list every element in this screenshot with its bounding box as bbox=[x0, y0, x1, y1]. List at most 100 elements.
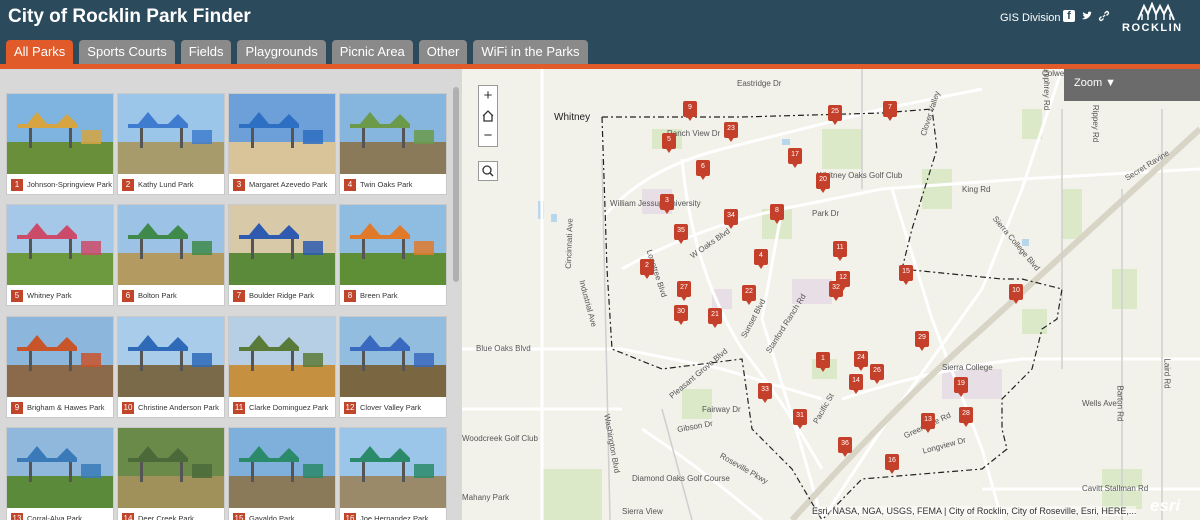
park-card[interactable]: 4 Twin Oaks Park bbox=[339, 93, 447, 195]
park-name[interactable]: Joe Hernandez Park bbox=[360, 513, 428, 520]
map-pin[interactable]: 31 bbox=[793, 409, 807, 429]
park-card[interactable]: 13 Corral-Alva Park bbox=[6, 427, 114, 520]
park-photo[interactable] bbox=[229, 428, 335, 508]
park-photo[interactable] bbox=[340, 94, 446, 174]
map-pin[interactable]: 9 bbox=[683, 101, 697, 121]
park-photo[interactable] bbox=[340, 317, 446, 397]
park-card[interactable]: 12 Clover Valley Park bbox=[339, 316, 447, 418]
park-photo[interactable] bbox=[118, 205, 224, 285]
facebook-icon[interactable]: f bbox=[1063, 10, 1075, 22]
map-pin[interactable]: 7 bbox=[883, 101, 897, 121]
map-pin[interactable]: 17 bbox=[788, 148, 802, 168]
park-name[interactable]: Clover Valley Park bbox=[360, 402, 421, 414]
map-pin[interactable]: 21 bbox=[708, 308, 722, 328]
map-pin[interactable]: 29 bbox=[915, 331, 929, 351]
park-name[interactable]: Johnson-Springview Park bbox=[27, 179, 112, 191]
link-icon[interactable] bbox=[1098, 10, 1110, 22]
map-pin[interactable]: 1 bbox=[816, 352, 830, 372]
park-photo[interactable] bbox=[118, 94, 224, 174]
park-card[interactable]: 3 Margaret Azevedo Park bbox=[228, 93, 336, 195]
list-scrollbar[interactable] bbox=[453, 87, 459, 282]
map-pin[interactable]: 28 bbox=[959, 407, 973, 427]
park-name[interactable]: Whitney Park bbox=[27, 290, 72, 302]
park-photo[interactable] bbox=[229, 94, 335, 174]
tab-playgrounds[interactable]: Playgrounds bbox=[237, 40, 326, 64]
park-photo[interactable] bbox=[229, 317, 335, 397]
park-name[interactable]: Deer Creek Park bbox=[138, 513, 194, 520]
park-photo[interactable] bbox=[229, 205, 335, 285]
park-card[interactable]: 5 Whitney Park bbox=[6, 204, 114, 306]
park-photo[interactable] bbox=[118, 317, 224, 397]
map-pin[interactable]: 22 bbox=[742, 285, 756, 305]
park-map[interactable]: Whitney Eastridge Dr Ranch View Dr Clover V… bbox=[462, 69, 1200, 520]
zoom-out-button[interactable]: − bbox=[479, 126, 497, 146]
map-pin[interactable]: 5 bbox=[662, 133, 676, 153]
park-card[interactable]: 14 Deer Creek Park bbox=[117, 427, 225, 520]
park-name[interactable]: Brigham & Hawes Park bbox=[27, 402, 105, 414]
park-name[interactable]: Boulder Ridge Park bbox=[249, 290, 314, 302]
park-name[interactable]: Margaret Azevedo Park bbox=[249, 179, 327, 191]
gis-division-link[interactable]: GIS Division bbox=[1000, 12, 1061, 24]
map-pin[interactable]: 32 bbox=[829, 281, 843, 301]
park-name[interactable]: Twin Oaks Park bbox=[360, 179, 413, 191]
park-photo[interactable] bbox=[7, 94, 113, 174]
map-pin[interactable]: 15 bbox=[899, 265, 913, 285]
park-name[interactable]: Clarke Dominguez Park bbox=[249, 402, 328, 414]
tab-fields[interactable]: Fields bbox=[180, 40, 232, 64]
tab-other[interactable]: Other bbox=[418, 40, 468, 64]
park-card[interactable]: 15 Gayaldo Park bbox=[228, 427, 336, 520]
park-name[interactable]: Gayaldo Park bbox=[249, 513, 294, 520]
park-card[interactable]: 2 Kathy Lund Park bbox=[117, 93, 225, 195]
home-icon[interactable] bbox=[479, 106, 497, 126]
park-photo[interactable] bbox=[7, 205, 113, 285]
park-list-panel[interactable]: 1 Johnson-Springview Park 2 Kathy Lund Park… bbox=[0, 69, 462, 520]
park-photo[interactable] bbox=[118, 428, 224, 508]
map-pin[interactable]: 23 bbox=[724, 122, 738, 142]
map-pin[interactable]: 3 bbox=[660, 194, 674, 214]
park-card[interactable]: 9 Brigham & Hawes Park bbox=[6, 316, 114, 418]
map-pin[interactable]: 8 bbox=[770, 204, 784, 224]
map-pin[interactable]: 33 bbox=[758, 383, 772, 403]
map-pin[interactable]: 20 bbox=[816, 173, 830, 193]
park-photo[interactable] bbox=[7, 428, 113, 508]
park-name[interactable]: Breen Park bbox=[360, 290, 398, 302]
map-pin[interactable]: 10 bbox=[1009, 284, 1023, 304]
park-card[interactable]: 1 Johnson-Springview Park bbox=[6, 93, 114, 195]
zoom-in-button[interactable]: + bbox=[479, 86, 497, 106]
map-pin[interactable]: 19 bbox=[954, 377, 968, 397]
map-pin[interactable]: 6 bbox=[696, 160, 710, 180]
twitter-icon[interactable] bbox=[1081, 10, 1093, 22]
park-photo[interactable] bbox=[340, 428, 446, 508]
map-pin[interactable]: 25 bbox=[828, 105, 842, 125]
map-pin[interactable]: 36 bbox=[838, 437, 852, 457]
search-icon[interactable] bbox=[478, 161, 498, 181]
park-card[interactable]: 7 Boulder Ridge Park bbox=[228, 204, 336, 306]
map-pin[interactable]: 4 bbox=[754, 249, 768, 269]
park-name[interactable]: Corral-Alva Park bbox=[27, 513, 82, 520]
map-pin[interactable]: 27 bbox=[677, 281, 691, 301]
map-pin[interactable]: 34 bbox=[724, 209, 738, 229]
park-card[interactable]: 11 Clarke Dominguez Park bbox=[228, 316, 336, 418]
map-pin[interactable]: 11 bbox=[833, 241, 847, 261]
tab-sports-courts[interactable]: Sports Courts bbox=[79, 40, 175, 64]
tab-all-parks[interactable]: All Parks bbox=[6, 40, 74, 64]
map-pin[interactable]: 14 bbox=[849, 374, 863, 394]
map-pin[interactable]: 35 bbox=[674, 224, 688, 244]
map-pin[interactable]: 13 bbox=[921, 413, 935, 433]
map-pin[interactable]: 2 bbox=[640, 259, 654, 279]
park-name[interactable]: Bolton Park bbox=[138, 290, 177, 302]
tab-picnic-area[interactable]: Picnic Area bbox=[331, 40, 413, 64]
park-photo[interactable] bbox=[340, 205, 446, 285]
park-card[interactable]: 10 Christine Anderson Park bbox=[117, 316, 225, 418]
park-card[interactable]: 16 Joe Hernandez Park bbox=[339, 427, 447, 520]
zoom-dropdown[interactable]: Zoom ▼ bbox=[1064, 69, 1200, 101]
map-pin[interactable]: 26 bbox=[870, 364, 884, 384]
map-pin[interactable]: 30 bbox=[674, 305, 688, 325]
park-card[interactable]: 8 Breen Park bbox=[339, 204, 447, 306]
tab-wifi-in-the-parks[interactable]: WiFi in the Parks bbox=[473, 40, 588, 64]
map-pin[interactable]: 24 bbox=[854, 351, 868, 371]
park-name[interactable]: Christine Anderson Park bbox=[138, 402, 219, 414]
map-pin[interactable]: 16 bbox=[885, 454, 899, 474]
park-card[interactable]: 6 Bolton Park bbox=[117, 204, 225, 306]
park-name[interactable]: Kathy Lund Park bbox=[138, 179, 193, 191]
